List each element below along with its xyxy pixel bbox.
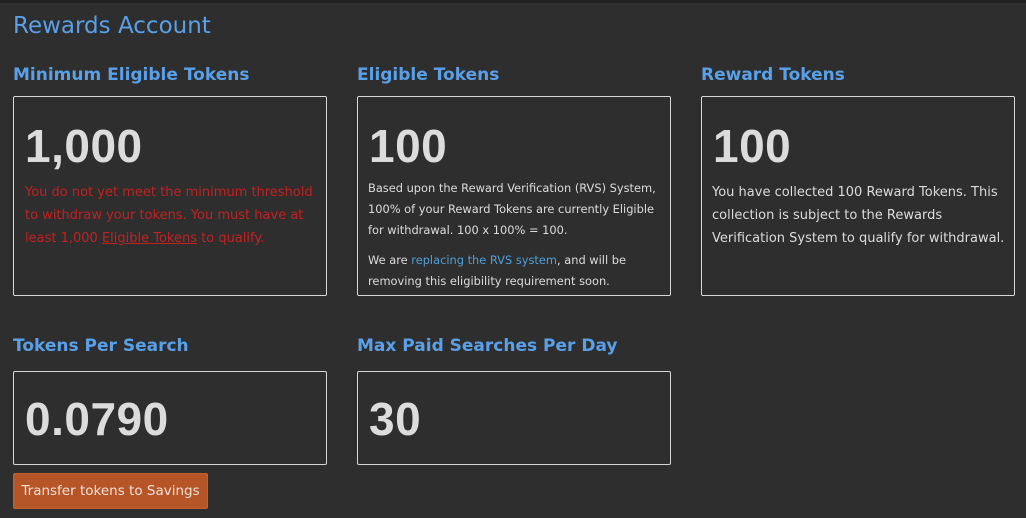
reward-tokens-label: Reward Tokens bbox=[701, 65, 845, 85]
rvs-replacement-note: We are replacing the RVS system, and wil… bbox=[368, 250, 664, 292]
minimum-eligible-tokens-card: 1,000 You do not yet meet the minimum th… bbox=[13, 96, 327, 296]
reward-tokens-card: 100 You have collected 100 Reward Tokens… bbox=[701, 96, 1015, 296]
max-paid-searches-value: 30 bbox=[369, 393, 422, 445]
minimum-eligible-tokens-value: 1,000 bbox=[25, 120, 143, 172]
reward-tokens-description: You have collected 100 Reward Tokens. Th… bbox=[712, 185, 1005, 246]
max-paid-searches-card: 30 bbox=[357, 371, 671, 465]
page-title: Rewards Account bbox=[13, 13, 211, 39]
transfer-tokens-button[interactable]: Transfer tokens to Savings bbox=[13, 473, 208, 509]
rvs-note-part1: We are bbox=[368, 253, 412, 267]
minimum-eligible-tokens-label: Minimum Eligible Tokens bbox=[13, 65, 250, 85]
eligible-tokens-description: Based upon the Reward Verification (RVS)… bbox=[368, 181, 656, 237]
warning-text-part2: to qualify. bbox=[197, 231, 265, 246]
tokens-per-search-card: 0.0790 bbox=[13, 371, 327, 465]
max-paid-searches-label: Max Paid Searches Per Day bbox=[357, 336, 618, 356]
eligible-tokens-value: 100 bbox=[369, 120, 448, 172]
tokens-per-search-value: 0.0790 bbox=[25, 393, 169, 445]
eligible-tokens-link[interactable]: Eligible Tokens bbox=[102, 231, 197, 246]
minimum-threshold-warning: You do not yet meet the minimum threshol… bbox=[25, 181, 315, 250]
reward-tokens-value: 100 bbox=[713, 120, 792, 172]
top-bar bbox=[0, 0, 1026, 3]
eligible-tokens-label: Eligible Tokens bbox=[357, 65, 500, 85]
replacing-rvs-system-link[interactable]: replacing the RVS system bbox=[411, 253, 557, 267]
tokens-per-search-label: Tokens Per Search bbox=[13, 336, 189, 356]
eligible-tokens-card: 100 Based upon the Reward Verification (… bbox=[357, 96, 671, 296]
